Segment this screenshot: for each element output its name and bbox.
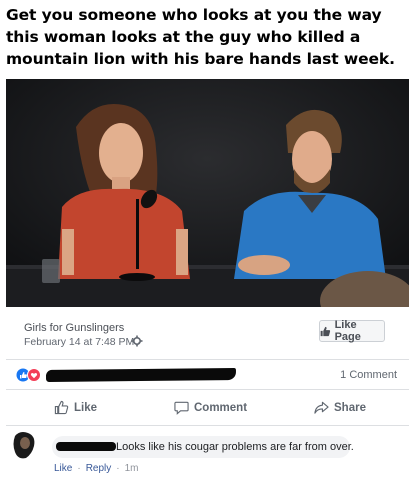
post-timestamp[interactable]: February 14 at 7:48 PM ·	[24, 336, 141, 348]
post-photo[interactable]	[6, 79, 409, 307]
water-glass	[42, 259, 60, 283]
reaction-icons[interactable]	[16, 368, 42, 382]
like-label: Like	[74, 401, 98, 414]
comment-reply-link[interactable]: Reply	[86, 463, 112, 474]
post-header: Girls for Gunslingers February 14 at 7:4…	[6, 308, 409, 360]
thumbs-up-icon	[54, 400, 69, 415]
comment-button[interactable]: Comment	[174, 400, 247, 415]
comment-text: Looks like his cougar problems are far f…	[116, 441, 354, 453]
avatar[interactable]	[12, 430, 38, 460]
comment-label: Comment	[194, 401, 248, 414]
comment-time[interactable]: 1m	[125, 463, 139, 474]
comment-bubble: Looks like his cougar problems are far f…	[52, 436, 354, 458]
comment-like-link[interactable]: Like	[54, 463, 72, 474]
comment: Looks like his cougar problems are far f…	[6, 426, 409, 480]
redacted-commenter-name	[56, 442, 116, 451]
comment-count[interactable]: 1 Comment	[340, 369, 397, 381]
thumbs-up-icon	[320, 326, 331, 336]
share-button[interactable]: Share	[314, 400, 366, 415]
like-button[interactable]: Like	[54, 400, 97, 415]
reactions-bar: 1 Comment	[6, 360, 409, 390]
like-page-label: Like Page	[334, 319, 361, 343]
like-page-button[interactable]: Like Page	[319, 319, 385, 343]
meme-caption: Get you someone who looks at you the way…	[6, 6, 395, 68]
redacted-reactor-names	[45, 368, 237, 382]
gear-icon[interactable]	[131, 335, 143, 347]
press-conference-photo	[6, 79, 409, 307]
comment-icon	[174, 401, 189, 415]
share-label: Share	[334, 401, 366, 414]
page-name-link[interactable]: Girls for Gunslingers	[24, 322, 124, 334]
post-actions: Like Comment Share	[6, 390, 409, 426]
comment-meta: Like · Reply · 1m	[54, 463, 139, 474]
share-icon	[314, 401, 329, 414]
